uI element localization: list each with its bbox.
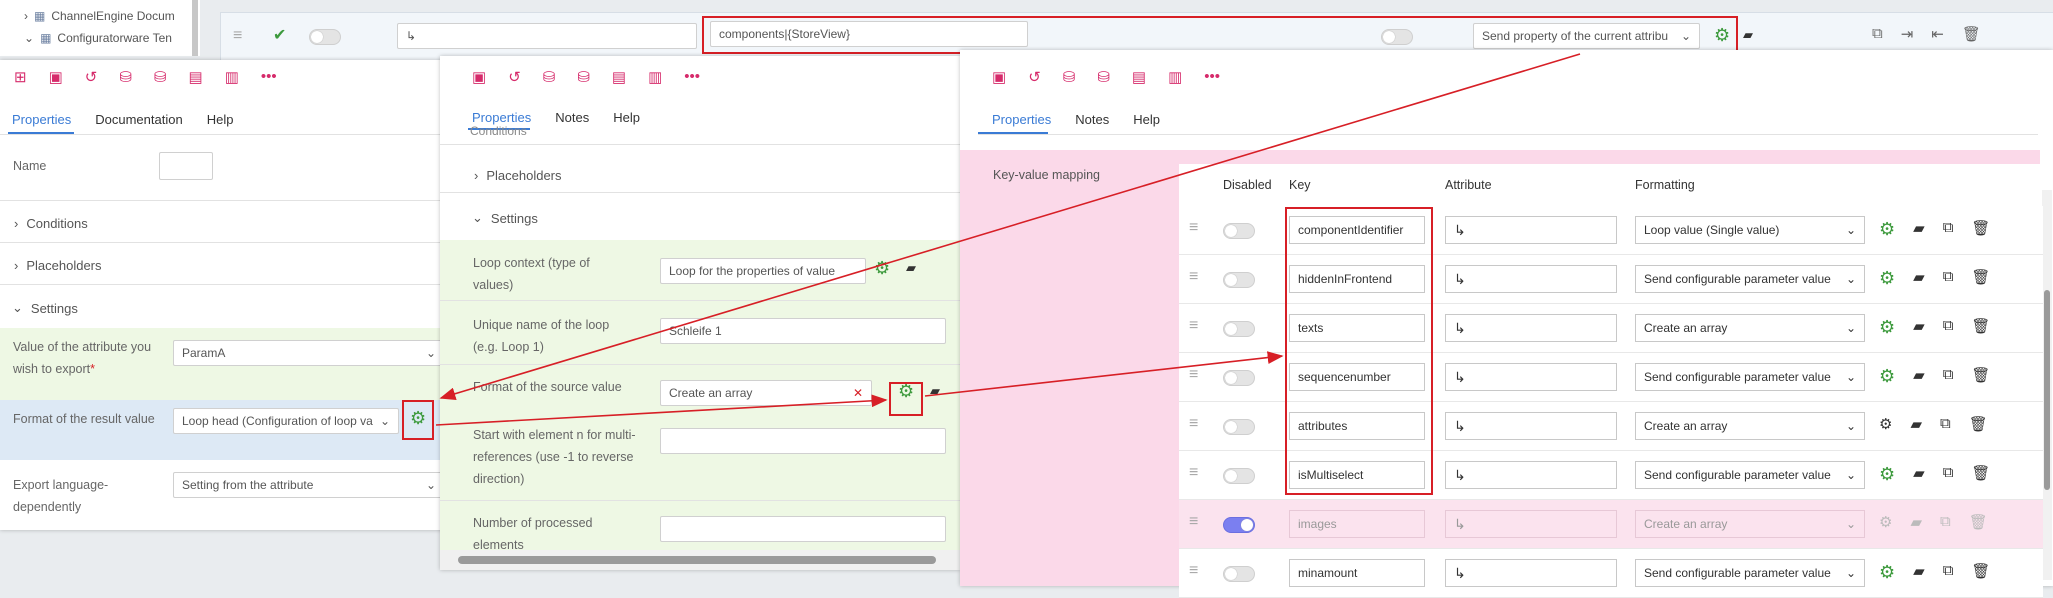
annotation-arrows bbox=[435, 53, 1581, 426]
arrow-line bbox=[924, 351, 1284, 397]
arrow-line bbox=[435, 394, 888, 426]
arrow-line bbox=[439, 53, 1581, 400]
